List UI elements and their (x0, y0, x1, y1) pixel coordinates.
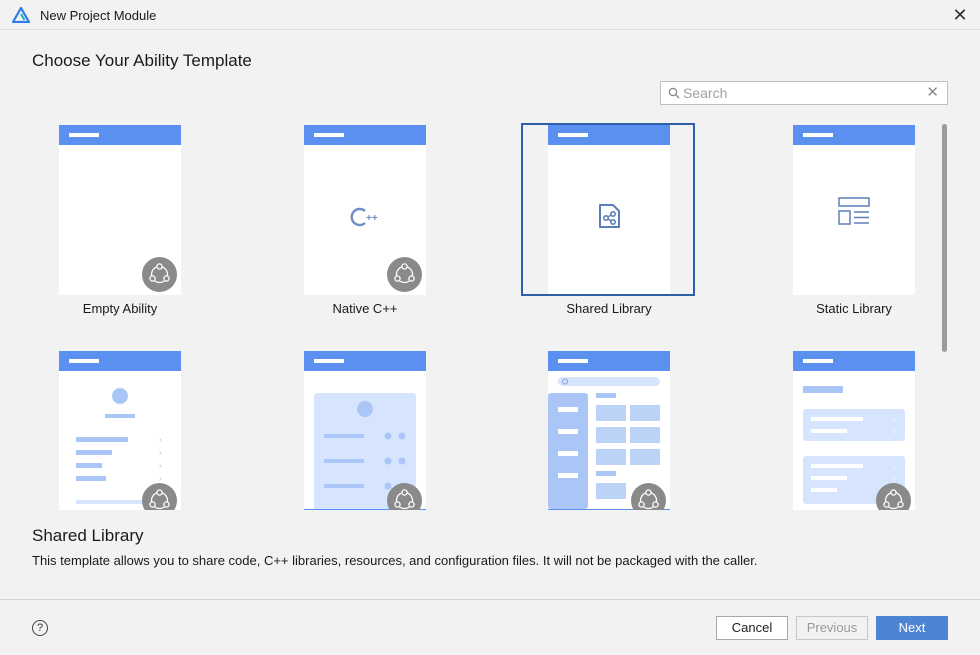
shared-library-icon (599, 204, 620, 228)
svg-text:›: › (893, 462, 896, 471)
cpp-icon: ++ (350, 207, 378, 227)
svg-text:›: › (159, 435, 162, 444)
ability-badge-icon (387, 483, 422, 510)
search-input[interactable] (683, 84, 913, 102)
template-preview (59, 125, 181, 295)
svg-text:›: › (159, 474, 162, 483)
clear-search-icon[interactable]: ✕ (926, 84, 939, 102)
template-preview (548, 351, 670, 510)
search-box[interactable]: ✕ (660, 81, 948, 105)
svg-text:++: ++ (366, 213, 378, 224)
help-icon[interactable]: ? (32, 620, 48, 636)
app-logo-icon (12, 7, 30, 23)
ability-badge-icon (387, 257, 422, 292)
next-button[interactable]: Next (876, 616, 948, 640)
selected-template-title: Shared Library (32, 526, 144, 545)
svg-text:›: › (893, 415, 896, 424)
template-preview (304, 351, 426, 510)
template-preview (548, 125, 670, 295)
page-title: Choose Your Ability Template (32, 51, 252, 70)
template-preview (793, 125, 915, 295)
footer-divider (0, 599, 980, 600)
window-title: New Project Module (40, 8, 157, 23)
cancel-button[interactable]: Cancel (716, 616, 788, 640)
template-grid-scrollbar[interactable] (942, 124, 947, 352)
template-label: Native C++ (332, 301, 398, 316)
static-library-icon (838, 197, 870, 225)
previous-button[interactable]: Previous (796, 616, 868, 640)
svg-text:›: › (893, 427, 896, 436)
template-preview: ++ (304, 125, 426, 295)
ability-badge-icon (142, 257, 177, 292)
template-preview: › › › › (59, 351, 181, 510)
template-label: Empty Ability (82, 301, 158, 316)
template-grid: Empty Ability ++ Native C++ Shared Libra… (30, 118, 935, 510)
svg-text:›: › (159, 461, 162, 470)
close-icon[interactable]: ✕ (948, 3, 972, 27)
template-label: Shared Library (566, 301, 652, 316)
search-icon (668, 87, 680, 99)
template-label: Static Library (816, 301, 892, 316)
title-bar: New Project Module ✕ (0, 0, 980, 30)
selected-template-description: This template allows you to share code, … (32, 553, 758, 568)
template-preview: › › › › (793, 351, 915, 510)
svg-text:›: › (159, 448, 162, 457)
ability-badge-icon (142, 483, 177, 510)
ability-badge-icon (631, 483, 666, 510)
ability-badge-icon (876, 483, 911, 510)
svg-text:›: › (893, 474, 896, 483)
